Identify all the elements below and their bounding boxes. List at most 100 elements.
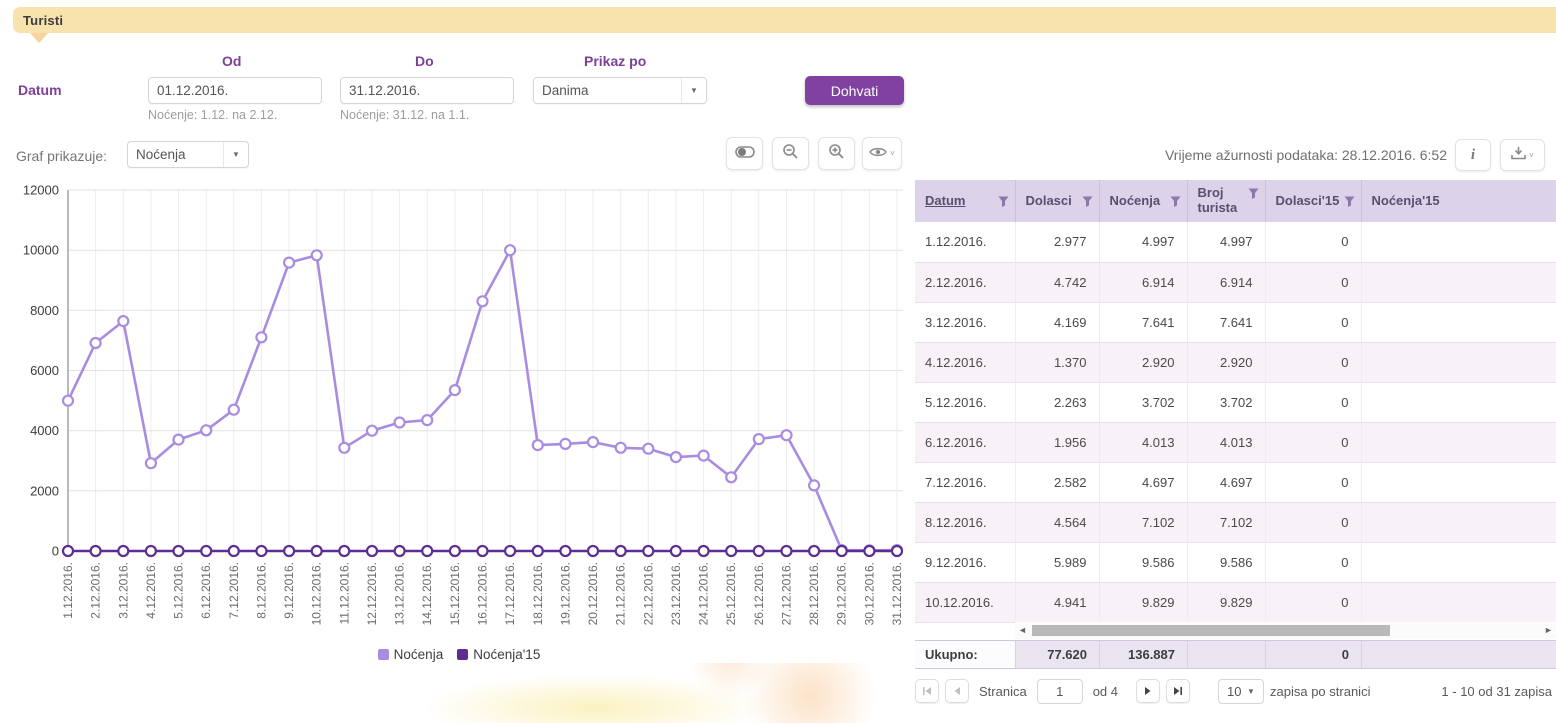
x-axis-label: 1.12.2016. [61,562,75,619]
scroll-left-icon[interactable]: ◄ [1015,622,1030,639]
x-axis-label: 17.12.2016. [503,562,517,625]
data-point [339,546,349,556]
tab-bar: Turisti [13,7,1556,33]
table-row: 8.12.2016.4.5647.1027.1020 [915,502,1556,542]
column-header[interactable]: Dolasci'15 [1265,180,1361,222]
graf-prikazuje-label: Graf prikazuje: [16,148,107,164]
x-axis-label: 8.12.2016. [254,562,268,619]
table-cell: 0 [1265,342,1361,382]
graf-prikazuje-select[interactable]: Noćenja ▼ [127,141,249,168]
scrollbar-thumb[interactable] [1032,625,1390,636]
prikaz-po-select[interactable]: Danima ▼ [533,77,707,104]
y-axis-label: 12000 [23,183,59,198]
data-point [91,338,101,348]
x-axis-label: 12.12.2016. [365,562,379,625]
table-horizontal-scrollbar[interactable]: ◄ ► [1015,622,1556,639]
tab-turisti[interactable]: Turisti [13,13,63,28]
table-cell: 10.12.2016. [915,582,1015,622]
data-point [395,546,405,556]
filter-icon[interactable] [1248,188,1259,199]
first-page-button[interactable] [915,679,939,703]
filter-icon[interactable] [1082,196,1093,207]
do-label: Do [415,53,434,69]
table-cell: 0 [1265,422,1361,462]
table-cell: 3.702 [1099,382,1187,422]
table-cell: 4.12.2016. [915,342,1015,382]
table-cell: 9.829 [1187,582,1265,622]
table-row: 9.12.2016.5.9899.5869.5860 [915,542,1556,582]
table-cell: 1.370 [1015,342,1099,382]
data-point [229,546,239,556]
table-row: 1.12.2016.2.9774.9974.9970 [915,222,1556,262]
data-point [201,425,211,435]
last-page-button[interactable] [1166,679,1190,703]
data-point [643,546,653,556]
column-header[interactable]: Datum [915,180,1015,222]
x-axis-label: 5.12.2016. [172,562,186,619]
visibility-dropdown-button[interactable]: ˅ [862,137,902,170]
filter-icon[interactable] [998,196,1009,207]
table-cell: 6.12.2016. [915,422,1015,462]
y-axis-label: 10000 [23,243,59,258]
total-dolasci: 77.620 [1015,641,1099,668]
dohvati-button[interactable]: Dohvati [805,76,904,105]
page-size-select[interactable]: 10 ▼ [1218,679,1264,704]
prev-page-button[interactable] [945,679,969,703]
date-from-input[interactable] [149,78,322,103]
table-cell [1361,302,1556,342]
data-point [478,296,488,306]
column-header[interactable]: Dolasci [1015,180,1099,222]
data-point [505,546,515,556]
column-header[interactable]: Noćenja [1099,180,1187,222]
data-point [284,546,294,556]
table-cell: 0 [1265,582,1361,622]
table-cell: 0 [1265,382,1361,422]
legend-item[interactable]: Noćenja [378,647,444,662]
data-table: DatumDolasciNoćenjaBroj turistaDolasci'1… [915,180,1556,623]
total-nocenja: 136.887 [1099,641,1187,668]
download-button[interactable]: ˅ [1500,139,1545,171]
table-row: 5.12.2016.2.2633.7023.7020 [915,382,1556,422]
chart-legend: Noćenja Noćenja'15 [13,647,905,662]
filter-icon[interactable] [1170,196,1181,207]
od-label: Od [222,53,241,69]
x-axis-label: 23.12.2016. [669,562,683,625]
scrollbar-track [1030,624,1541,637]
toggle-series-button[interactable] [726,137,763,170]
chevron-down-icon: ▼ [1247,687,1263,696]
y-axis-label: 4000 [30,423,59,438]
table-cell: 6.914 [1187,262,1265,302]
datum-label: Datum [18,82,62,98]
decorative-glow [420,663,920,723]
table-cell [1361,262,1556,302]
table-cell [1361,462,1556,502]
zoom-out-button[interactable] [772,137,809,170]
page-number-input[interactable] [1037,679,1083,704]
column-header[interactable]: Broj turista [1187,180,1265,222]
table-cell [1361,342,1556,382]
x-axis-label: 2.12.2016. [89,562,103,619]
column-header[interactable]: Noćenja'15 [1361,180,1556,222]
filter-icon[interactable] [1344,196,1355,207]
date-to-input[interactable] [341,78,514,103]
table-cell: 4.997 [1099,222,1187,262]
zoom-in-button[interactable] [818,137,855,170]
table-cell: 8.12.2016. [915,502,1015,542]
data-point [118,546,128,556]
pagination-bar: Stranica od 4 10 ▼ zapisa po stranici 1 … [915,678,1556,704]
data-point [118,316,128,326]
scroll-right-icon[interactable]: ► [1541,622,1556,639]
totals-label: Ukupno: [915,641,1015,668]
info-button[interactable]: i [1455,139,1491,171]
table-cell: 2.920 [1099,342,1187,382]
x-axis-label: 10.12.2016. [310,562,324,625]
data-point [533,440,543,450]
page-size-value: 10 [1219,684,1247,699]
table-cell: 4.169 [1015,302,1099,342]
next-page-button[interactable] [1136,679,1160,703]
legend-item[interactable]: Noćenja'15 [457,647,540,662]
data-point [671,452,681,462]
line-chart[interactable]: 0200040006000800010000120001.12.2016.2.1… [13,183,905,645]
x-axis-label: 26.12.2016. [752,562,766,625]
data-point [782,430,792,440]
